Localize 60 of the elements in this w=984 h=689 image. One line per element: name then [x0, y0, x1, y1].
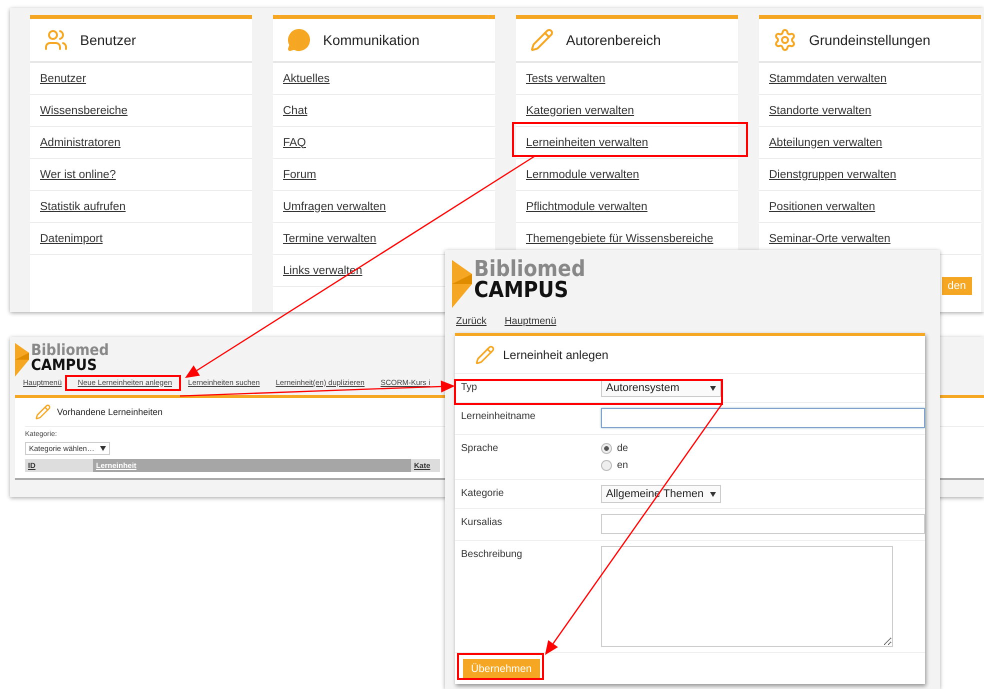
menu-link[interactable]: Benutzer — [40, 72, 86, 84]
field-label: Beschreibung — [461, 548, 524, 560]
field-label: Kategorie — [461, 487, 505, 499]
pencil-icon — [35, 404, 51, 420]
menu-link[interactable]: Dienstgruppen verwalten — [769, 168, 896, 180]
nav-link[interactable]: Zurück — [456, 316, 487, 327]
menu-link[interactable]: Wer ist online? — [40, 168, 116, 180]
logo-text: CAMPUS — [31, 358, 98, 372]
users-icon — [44, 28, 68, 52]
field-label: Kursalias — [461, 516, 504, 528]
menu-link[interactable]: Administratoren — [40, 136, 121, 148]
menu-link[interactable]: Seminar-Orte verwalten — [769, 232, 890, 244]
pencil-icon — [530, 28, 554, 52]
logo-book-icon — [15, 343, 29, 377]
menu-link[interactable]: Termine verwalten — [283, 232, 376, 244]
logo-text: CAMPUS — [474, 280, 570, 302]
field-label: Typ — [461, 381, 478, 393]
menu-link[interactable]: Forum — [283, 168, 316, 180]
column-title: Benutzer — [80, 32, 136, 48]
speech-bubble-icon — [287, 28, 311, 52]
pencil-icon — [475, 344, 495, 364]
menu-link[interactable]: Tests verwalten — [526, 72, 606, 84]
description-textarea[interactable] — [601, 546, 893, 647]
nav-link[interactable]: Hauptmenü — [504, 316, 556, 327]
menu-link[interactable]: Wissensbereiche — [40, 104, 128, 116]
menu-link[interactable]: FAQ — [283, 136, 306, 148]
field-label: Lerneinheitname — [461, 410, 536, 422]
radio-button[interactable] — [601, 460, 612, 471]
menu-link[interactable]: Positionen verwalten — [769, 200, 876, 212]
column-title: Autorenbereich — [566, 32, 661, 48]
menu-link[interactable]: Lernmodule verwalten — [526, 168, 640, 180]
radio-label: de — [617, 443, 628, 454]
menu-link[interactable]: Lerneinheiten verwalten — [526, 136, 648, 148]
text-input[interactable] — [601, 408, 925, 428]
radio-button[interactable] — [601, 443, 612, 454]
radio-label: en — [617, 460, 628, 471]
column-title: Kommunikation — [323, 32, 420, 48]
menu-link[interactable]: Aktuelles — [283, 72, 330, 84]
caret-icon — [710, 386, 716, 390]
menu-link[interactable]: Kategorien verwalten — [526, 104, 634, 116]
menu-link[interactable]: Statistik aufrufen — [40, 200, 126, 212]
text-input[interactable] — [601, 514, 925, 534]
card-title: Vorhandene Lerneinheiten — [57, 406, 163, 417]
column-title: Grundeinstellungen — [809, 32, 930, 48]
logo-text: Bibliomed — [474, 260, 586, 281]
caret-icon — [100, 446, 106, 451]
caret-icon — [710, 492, 716, 496]
menu-link[interactable]: Chat — [283, 104, 308, 116]
gear-icon — [773, 28, 797, 52]
field-label: Sprache — [461, 442, 500, 454]
menu-link[interactable]: Themengebiete für Wissensbereiche — [526, 232, 714, 244]
menu-link[interactable]: Datenimport — [40, 232, 103, 244]
menu-link[interactable]: Stammdaten verwalten — [769, 72, 887, 84]
menu-link[interactable]: Abteilungen verwalten — [769, 136, 882, 148]
menu-link[interactable]: Umfragen verwalten — [283, 200, 386, 212]
logo-book-icon — [452, 260, 472, 308]
card-title: Lerneinheit anlegen — [503, 348, 608, 362]
logo-text: Bibliomed — [31, 343, 109, 358]
menu-link[interactable]: Pflichtmodule verwalten — [526, 200, 648, 212]
menu-link[interactable]: Standorte verwalten — [769, 104, 872, 116]
